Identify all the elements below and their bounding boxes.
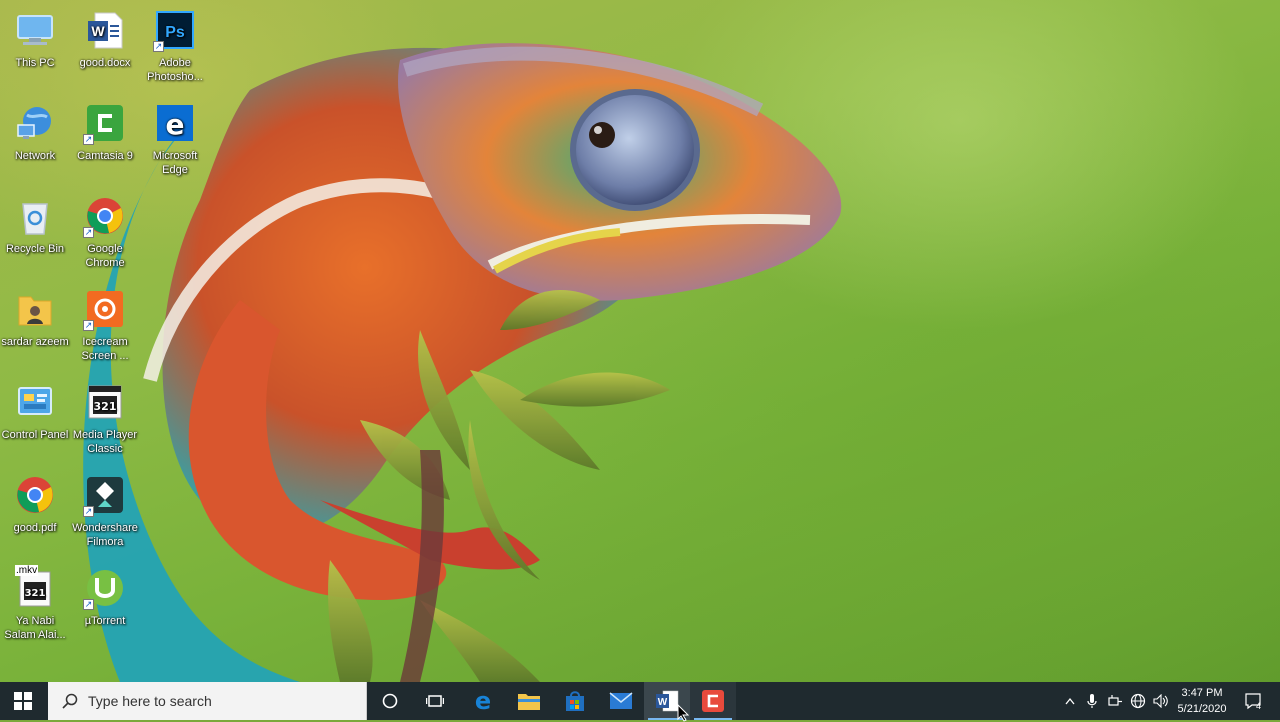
icecream-recorder-icon: ↗ [83, 287, 127, 331]
microphone-icon [1087, 694, 1097, 708]
word-document-icon: W [83, 8, 127, 52]
desktop-icon-label: good.pdf [13, 522, 57, 534]
taskbar-camtasia-button[interactable] [690, 682, 736, 720]
action-center-button[interactable]: 4 [1236, 682, 1272, 720]
desktop-icon-recycle-bin[interactable]: Recycle Bin [0, 194, 70, 256]
folder-icon [518, 694, 540, 710]
cortana-button[interactable] [368, 682, 412, 720]
shortcut-arrow-icon: ↗ [83, 599, 94, 610]
shortcut-arrow-icon: ↗ [83, 134, 94, 145]
cortana-circle-icon [382, 693, 398, 709]
desktop-icon-label: Ya Nabi Salam Alai... [4, 615, 66, 641]
this-pc-icon [13, 8, 57, 52]
mpc-number-text: 321 [94, 400, 117, 413]
desktop-icon-label: Icecream Screen ... [81, 336, 129, 362]
mouse-cursor-icon [677, 704, 689, 722]
network-tray-button[interactable] [1127, 682, 1149, 720]
chrome-icon: ↗ [83, 194, 127, 238]
desktop-icon-google-chrome[interactable]: ↗ Google Chrome [70, 194, 140, 270]
camtasia-icon: ↗ [83, 101, 127, 145]
desktop-icon-media-player-classic[interactable]: 321 Media Player Classic [70, 380, 140, 456]
taskbar-clock[interactable]: 3:47 PM 5/21/2020 [1172, 685, 1232, 717]
desktop-icon-label: Microsoft Edge [152, 150, 198, 176]
desktop-icon-this-pc[interactable]: This PC [0, 8, 70, 70]
notification-count-badge: 4 [1256, 701, 1262, 711]
word-letter: W [658, 697, 668, 708]
desktop-icon-network[interactable]: Network [0, 101, 70, 163]
taskbar-mail-button[interactable] [598, 682, 644, 720]
word-letter: W [91, 23, 105, 39]
shortcut-arrow-icon: ↗ [153, 41, 164, 52]
store-icon [566, 691, 584, 711]
mkv-video-icon: 321 .mkv [13, 565, 57, 610]
camtasia-icon [702, 690, 724, 712]
filmora-icon: ↗ [83, 473, 127, 517]
edge-letter: e [166, 108, 185, 141]
taskbar-edge-button[interactable]: e [460, 682, 506, 720]
desktop-icon-microsoft-edge[interactable]: e Microsoft Edge [140, 101, 210, 177]
desktop-icon-label: Control Panel [1, 429, 69, 441]
desktop-icon-label: Network [14, 150, 56, 162]
desktop-icon-adobe-photoshop[interactable]: Ps ↗ Adobe Photosho... [140, 8, 210, 84]
desktop-icon-label: µTorrent [84, 615, 126, 627]
control-panel-icon [13, 380, 57, 424]
shortcut-arrow-icon: ↗ [83, 506, 94, 517]
mkv-extension-label: .mkv [15, 565, 39, 576]
desktop-icon-sardar-azeem[interactable]: sardar azeem [0, 287, 70, 349]
desktop-icon-icecream-screen[interactable]: ↗ Icecream Screen ... [70, 287, 140, 363]
desktop-icon-label: This PC [15, 57, 55, 69]
chrome-pdf-icon [13, 473, 57, 517]
word-icon: W [656, 690, 679, 712]
search-placeholder: Type here to search [88, 693, 212, 709]
microphone-tray-button[interactable] [1082, 682, 1102, 720]
utorrent-icon: ↗ [83, 566, 127, 610]
taskbar-search-box[interactable]: Type here to search [48, 682, 367, 720]
desktop-icon-wondershare-filmora[interactable]: ↗ Wondershare Filmora [70, 473, 140, 549]
desktop-icon-control-panel[interactable]: Control Panel [0, 380, 70, 442]
mpc-number-text: 321 [25, 588, 46, 599]
volume-tray-button[interactable] [1150, 682, 1172, 720]
desktop-icon-label: Wondershare Filmora [72, 522, 138, 548]
media-player-classic-icon: 321 [83, 380, 127, 424]
desktop-icon-label: Adobe Photosho... [147, 57, 203, 83]
shortcut-arrow-icon: ↗ [83, 320, 94, 331]
desktop-icon-good-pdf[interactable]: good.pdf [0, 473, 70, 535]
power-tray-button[interactable] [1104, 682, 1126, 720]
desktop-icon-label: Google Chrome [85, 243, 125, 269]
globe-network-icon [1130, 693, 1146, 709]
start-button[interactable] [0, 682, 46, 720]
desktop-icon-good-docx[interactable]: W good.docx [70, 8, 140, 70]
recycle-bin-icon [13, 194, 57, 238]
user-folder-icon [13, 287, 57, 331]
taskbar-store-button[interactable] [552, 682, 598, 720]
desktop-icon-utorrent[interactable]: ↗ µTorrent [70, 566, 140, 628]
mail-icon [609, 692, 633, 709]
taskbar: Type here to search e W 3:47 PM 5/21/202… [0, 682, 1280, 722]
task-view-button[interactable] [413, 682, 457, 720]
desktop-icon-label: sardar azeem [1, 336, 69, 348]
desktop-icon-ya-nabi[interactable]: 321 .mkv Ya Nabi Salam Alai... [0, 565, 70, 642]
photoshop-icon: Ps ↗ [153, 8, 197, 52]
taskbar-file-explorer-button[interactable] [506, 682, 552, 720]
desktop-icon-camtasia[interactable]: ↗ Camtasia 9 [70, 101, 140, 163]
search-icon [62, 693, 78, 709]
power-plug-icon [1108, 695, 1122, 706]
edge-icon: e [475, 689, 491, 713]
desktop-icon-label: Recycle Bin [5, 243, 65, 255]
network-icon [13, 101, 57, 145]
speaker-icon [1153, 694, 1168, 708]
clock-date: 5/21/2020 [1177, 703, 1227, 715]
desktop-icon-label: good.docx [79, 57, 131, 69]
windows-logo-icon [14, 692, 32, 710]
clock-time: 3:47 PM [1181, 687, 1223, 699]
edge-letter: e [475, 689, 491, 713]
desktop-icon-label: Media Player Classic [72, 429, 138, 455]
chevron-up-icon [1065, 697, 1075, 705]
photoshop-letters: Ps [165, 24, 185, 41]
task-view-icon [426, 695, 444, 707]
show-hidden-icons-button[interactable] [1060, 682, 1080, 720]
desktop-icon-label: Camtasia 9 [77, 150, 133, 162]
edge-icon: e [153, 101, 197, 145]
shortcut-arrow-icon: ↗ [83, 227, 94, 238]
